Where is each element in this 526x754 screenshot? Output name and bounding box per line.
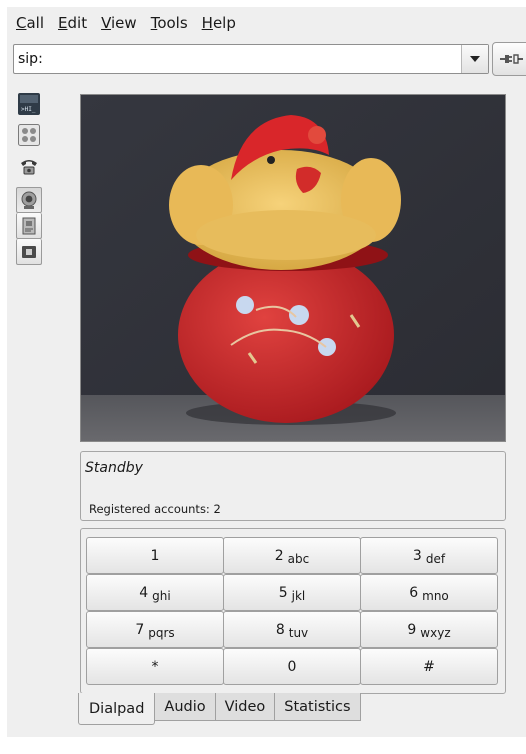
webcam-icon bbox=[21, 191, 37, 209]
dialpad-key-1[interactable]: 1 bbox=[86, 537, 224, 574]
menu-edit[interactable]: Edit bbox=[58, 14, 87, 32]
console-icon: >HI_ bbox=[18, 93, 40, 115]
dialpad-keys: 1 2 abc 3 def 4 ghi 5 jkl 6 mno 7 pqrs 8 tuv 9w… bbox=[86, 537, 498, 685]
registered-accounts-text: Registered accounts: 2 bbox=[89, 502, 221, 516]
tab-statistics[interactable]: Statistics bbox=[274, 693, 361, 721]
svg-text:>HI_: >HI_ bbox=[21, 106, 36, 113]
contacts-button[interactable] bbox=[16, 122, 42, 148]
address-dropdown-button[interactable] bbox=[461, 45, 488, 73]
video-window-icon bbox=[22, 245, 36, 258]
tab-audio[interactable]: Audio bbox=[154, 693, 216, 721]
video-window-button[interactable] bbox=[16, 239, 42, 265]
status-panel: Standby Registered accounts: 2 bbox=[80, 451, 506, 521]
video-frame-image bbox=[81, 95, 505, 441]
menubar: Call Edit View Tools Help bbox=[7, 7, 250, 39]
chevron-down-icon bbox=[470, 56, 480, 62]
dialpad-key-9[interactable]: 9 wxyz bbox=[360, 611, 498, 648]
menu-view[interactable]: View bbox=[101, 14, 137, 32]
dialpad-key-2[interactable]: 2 abc bbox=[223, 537, 361, 574]
phone-button[interactable] bbox=[16, 153, 42, 179]
address-combobox[interactable] bbox=[13, 44, 489, 74]
dialpad-key-4[interactable]: 4 ghi bbox=[86, 574, 224, 611]
dialpad-key-7[interactable]: 7 pqrs bbox=[86, 611, 224, 648]
window-bottom-margin bbox=[0, 737, 526, 754]
left-toolbar: >HI_ bbox=[16, 91, 42, 265]
webcam-button[interactable] bbox=[16, 187, 42, 213]
menu-call[interactable]: Call bbox=[16, 14, 44, 32]
dialpad-key-hash[interactable]: # bbox=[360, 648, 498, 685]
dialpad-panel: 1 2 abc 3 def 4 ghi 5 jkl 6 mno 7 pqrs 8 tuv 9w… bbox=[80, 528, 506, 694]
contacts-grid-icon bbox=[18, 124, 40, 146]
address-book-icon bbox=[22, 217, 36, 234]
dialpad-key-star[interactable]: * bbox=[86, 648, 224, 685]
dialpad-key-5[interactable]: 5 jkl bbox=[223, 574, 361, 611]
connect-call-button[interactable] bbox=[492, 42, 526, 76]
address-book-button[interactable] bbox=[16, 213, 42, 239]
dialpad-key-6[interactable]: 6 mno bbox=[360, 574, 498, 611]
menu-help[interactable]: Help bbox=[202, 14, 236, 32]
plug-connect-icon bbox=[500, 54, 523, 64]
main-window: Call Edit View Tools Help >HI_ bbox=[7, 7, 526, 737]
call-status-text: Standby bbox=[85, 460, 143, 476]
menu-tools[interactable]: Tools bbox=[151, 14, 188, 32]
console-button[interactable]: >HI_ bbox=[16, 91, 42, 117]
tab-dialpad[interactable]: Dialpad bbox=[78, 693, 156, 725]
phone-icon bbox=[21, 160, 37, 175]
dialpad-key-3[interactable]: 3 def bbox=[360, 537, 498, 574]
tab-video[interactable]: Video bbox=[214, 693, 276, 721]
panel-tabs: Dialpad Audio Video Statistics bbox=[78, 693, 361, 725]
dialpad-key-0[interactable]: 0 bbox=[223, 648, 361, 685]
sip-address-input[interactable] bbox=[14, 45, 461, 73]
dialpad-key-8[interactable]: 8 tuv bbox=[223, 611, 361, 648]
video-preview bbox=[80, 94, 506, 442]
